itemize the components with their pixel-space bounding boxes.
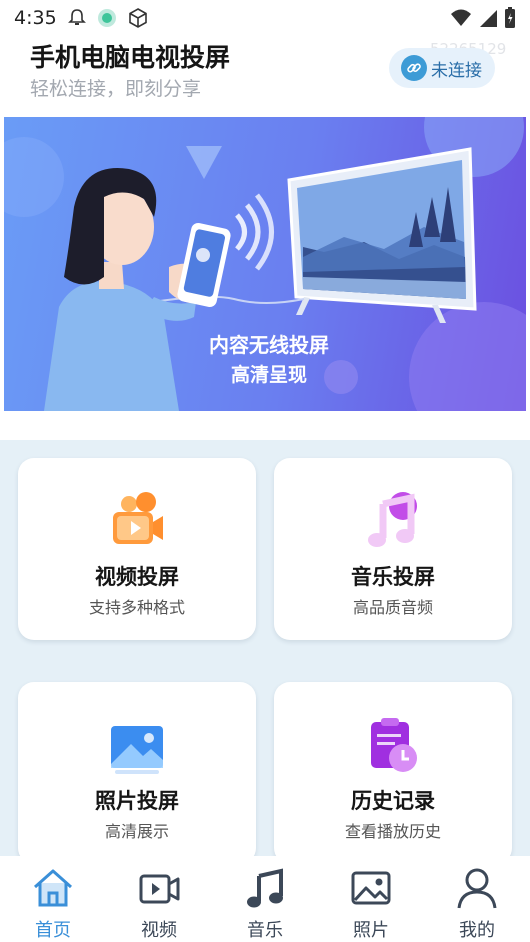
photo-icon xyxy=(351,871,391,905)
photo-cast-title: 照片投屏 xyxy=(95,789,179,813)
photo-cast-subtitle: 高清展示 xyxy=(104,822,169,841)
profile-icon xyxy=(457,868,497,909)
history-clipboard-icon xyxy=(371,718,417,772)
video-cast-subtitle: 支持多种格式 xyxy=(88,598,185,617)
nav-photo[interactable]: 照片 xyxy=(318,856,424,942)
connection-status-button[interactable]: 未连接 xyxy=(389,48,495,88)
nav-home-label: 首页 xyxy=(35,920,71,941)
music-cast-title: 音乐投屏 xyxy=(351,565,435,589)
signal-icon xyxy=(480,10,497,27)
promo-banner[interactable]: 内容无线投屏 高清呈现 xyxy=(4,117,526,411)
wifi-icon xyxy=(451,9,471,26)
video-icon xyxy=(139,874,180,904)
picture-icon xyxy=(111,726,163,774)
status-time: 4:35 xyxy=(14,7,57,29)
nav-home[interactable]: 首页 xyxy=(0,856,106,942)
nav-video[interactable]: 视频 xyxy=(106,856,212,942)
link-icon xyxy=(401,55,427,81)
nav-photo-label: 照片 xyxy=(353,920,389,941)
battery-icon xyxy=(505,7,515,28)
app-badge-icon xyxy=(97,9,116,27)
music-icon xyxy=(247,868,283,908)
nav-music[interactable]: 音乐 xyxy=(212,856,318,942)
feature-grid: 视频投屏 支持多种格式 音乐投屏 高品质音频 照片投屏 高清展示 历史记录 查看… xyxy=(0,440,530,870)
home-icon xyxy=(34,869,72,907)
banner-headline: 内容无线投屏 xyxy=(209,333,329,357)
status-right xyxy=(450,7,516,29)
nav-video-label: 视频 xyxy=(141,920,177,941)
status-left: 4:35 xyxy=(14,7,149,29)
nav-profile-label: 我的 xyxy=(459,920,495,941)
banner-subline: 高清呈现 xyxy=(230,364,307,386)
bottom-navigation: 首页 视频 音乐 照片 我的 xyxy=(0,856,530,942)
bell-icon xyxy=(67,9,86,25)
video-cast-card[interactable]: 视频投屏 支持多种格式 xyxy=(18,458,256,640)
music-cast-card[interactable]: 音乐投屏 高品质音频 xyxy=(274,458,512,640)
history-card[interactable]: 历史记录 查看播放历史 xyxy=(274,682,512,864)
video-camera-icon xyxy=(113,492,163,544)
music-note-icon xyxy=(368,492,417,547)
status-bar: 4:35 xyxy=(0,0,530,36)
connection-status-label: 未连接 xyxy=(431,60,482,81)
nav-music-label: 音乐 xyxy=(247,920,283,941)
cube-icon xyxy=(128,8,147,28)
app-title: 手机电脑电视投屏 xyxy=(30,43,231,72)
history-subtitle: 查看播放历史 xyxy=(344,822,441,841)
video-cast-title: 视频投屏 xyxy=(95,565,179,589)
music-cast-subtitle: 高品质音频 xyxy=(352,598,433,617)
photo-cast-card[interactable]: 照片投屏 高清展示 xyxy=(18,682,256,864)
app-subtitle: 轻松连接，即刻分享 xyxy=(30,78,202,100)
header: 手机电脑电视投屏 轻松连接，即刻分享 52265129 未连接 xyxy=(0,36,530,114)
nav-profile[interactable]: 我的 xyxy=(424,856,530,942)
history-title: 历史记录 xyxy=(351,789,435,813)
